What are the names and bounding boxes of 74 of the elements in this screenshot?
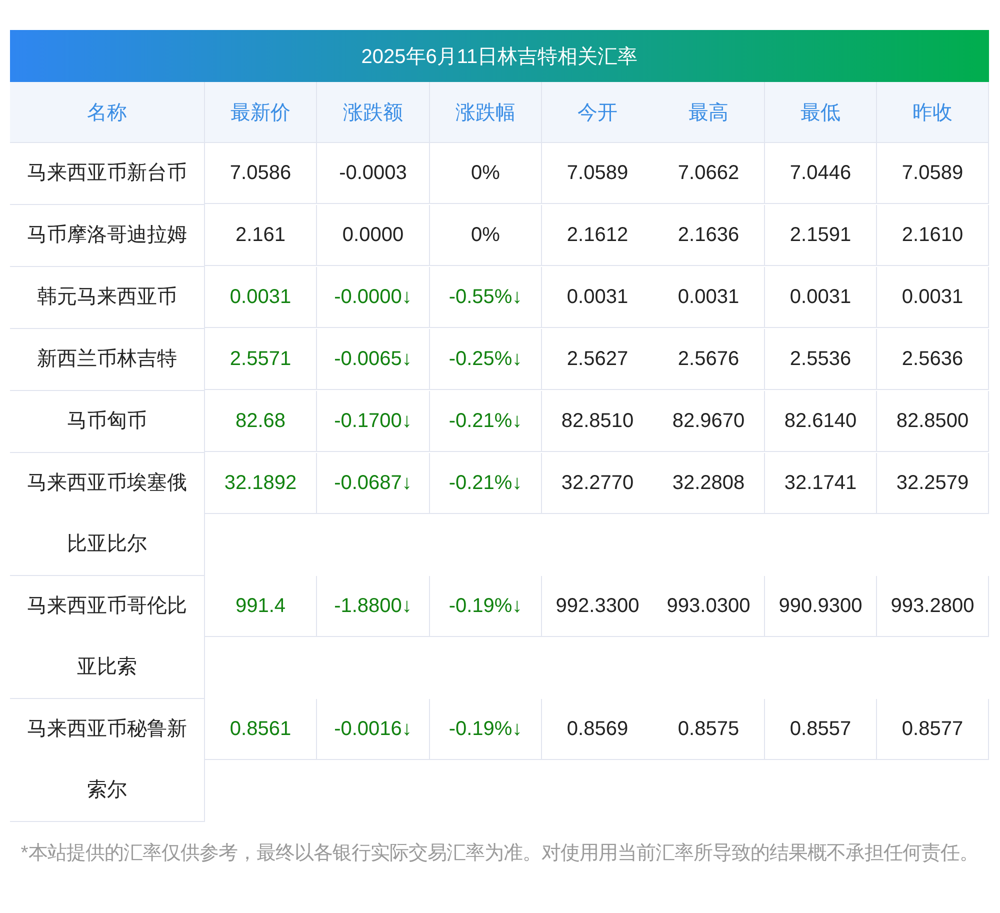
table-cell: 0.8561 [205, 699, 317, 760]
table-cell: 7.0662 [653, 143, 765, 204]
table-cell: 0.0031 [877, 267, 989, 328]
table-cell: 0.0031 [765, 267, 877, 328]
column-header: 最新价 [205, 82, 317, 143]
table-cell: 82.68 [205, 391, 317, 452]
table-cell: 马来西亚币哥伦比亚比索 [10, 576, 205, 699]
column-header: 今开 [542, 82, 653, 143]
table-cell: 82.6140 [765, 391, 877, 452]
table-cell: 马来西亚币新台币 [10, 143, 205, 205]
table-cell: 992.3300 [542, 576, 653, 637]
table-cell: 993.0300 [653, 576, 765, 637]
table-cell: 韩元马来西亚币 [10, 267, 205, 329]
table-cell: -0.0016↓ [317, 699, 430, 760]
table-cell: 2.5536 [765, 329, 877, 390]
table-cell: 32.2808 [653, 453, 765, 514]
table-cell: 2.1610 [877, 205, 989, 266]
table-cell: 0.8557 [765, 699, 877, 760]
table-cell: 2.5676 [653, 329, 765, 390]
table-cell: 新西兰币林吉特 [10, 329, 205, 391]
column-header: 涨跌幅 [430, 82, 542, 143]
table-cell: -0.0000↓ [317, 267, 430, 328]
column-header: 涨跌额 [317, 82, 430, 143]
table-cell: 0.0031 [205, 267, 317, 328]
table-cell: 0.8577 [877, 699, 989, 760]
table-cell: -1.8800↓ [317, 576, 430, 637]
table-cell: 0.0000 [317, 205, 430, 266]
table-cell: 0.0031 [653, 267, 765, 328]
table-cell: -0.19%↓ [430, 699, 542, 760]
table-cell: 2.5627 [542, 329, 653, 390]
table-cell: 0.0031 [542, 267, 653, 328]
table-cell: 马来西亚币秘鲁新索尔 [10, 699, 205, 822]
table-cell: 7.0589 [877, 143, 989, 204]
table-cell: 2.161 [205, 205, 317, 266]
table-cell: 2.1612 [542, 205, 653, 266]
table-cell: 32.1892 [205, 453, 317, 514]
table-cell: 马币匈币 [10, 391, 205, 453]
column-header: 昨收 [877, 82, 989, 143]
table-cell: 0% [430, 205, 542, 266]
table-cell: -0.0065↓ [317, 329, 430, 390]
table-cell: 2.5571 [205, 329, 317, 390]
table-cell: 0.8575 [653, 699, 765, 760]
table-cell: 82.8510 [542, 391, 653, 452]
table-cell: 马币摩洛哥迪拉姆 [10, 205, 205, 267]
table-cell: 990.9300 [765, 576, 877, 637]
table-cell: 32.2770 [542, 453, 653, 514]
table-cell: -0.1700↓ [317, 391, 430, 452]
table-cell: -0.0687↓ [317, 453, 430, 514]
table-cell: -0.55%↓ [430, 267, 542, 328]
table-cell: 82.8500 [877, 391, 989, 452]
table-cell: 2.1591 [765, 205, 877, 266]
table-cell: 7.0586 [205, 143, 317, 204]
column-header: 最低 [765, 82, 877, 143]
table-title: 2025年6月11日林吉特相关汇率 [10, 30, 989, 82]
table-cell: 32.2579 [877, 453, 989, 514]
table-cell: 2.5636 [877, 329, 989, 390]
column-header: 名称 [10, 82, 205, 143]
table-cell: 2.1636 [653, 205, 765, 266]
column-header: 最高 [653, 82, 765, 143]
table-cell: 32.1741 [765, 453, 877, 514]
table-cell: -0.21%↓ [430, 391, 542, 452]
table-cell: 0% [430, 143, 542, 204]
table-cell: 7.0589 [542, 143, 653, 204]
table-cell: 993.2800 [877, 576, 989, 637]
table-cell: 7.0446 [765, 143, 877, 204]
table-cell: 82.9670 [653, 391, 765, 452]
table-cell: 991.4 [205, 576, 317, 637]
table-cell: -0.0003 [317, 143, 430, 204]
table-cell: -0.19%↓ [430, 576, 542, 637]
table-cell: -0.21%↓ [430, 453, 542, 514]
table-cell: 0.8569 [542, 699, 653, 760]
disclaimer-text: *本站提供的汇率仅供参考，最终以各银行实际交易汇率为准。对使用用当前汇率所导致的结果概不承担任何责任。 [20, 841, 980, 866]
table-cell: -0.25%↓ [430, 329, 542, 390]
table-cell: 马来西亚币埃塞俄比亚比尔 [10, 453, 205, 576]
